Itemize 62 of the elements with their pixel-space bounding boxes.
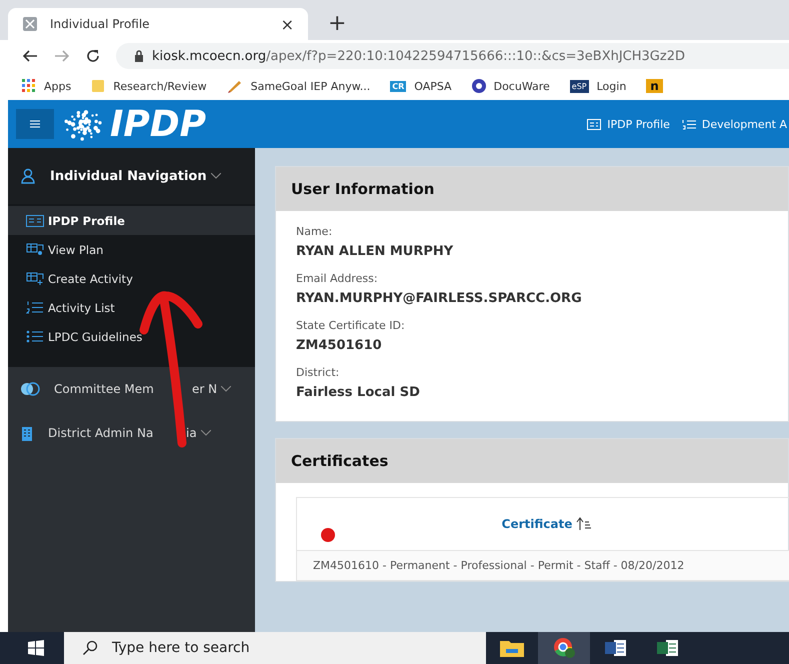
site-logo[interactable]: n — [646, 79, 663, 93]
building-icon — [20, 425, 34, 441]
dot-icon — [321, 528, 335, 542]
nav-link[interactable]: Development A — [702, 118, 787, 130]
bullet-list-icon — [26, 330, 44, 343]
app-logo: IPDP — [110, 104, 206, 144]
id-card-icon[interactable] — [587, 118, 602, 130]
field-value: ZM4501610 — [296, 338, 383, 353]
page-icon — [22, 16, 38, 32]
chevron-down-icon[interactable] — [221, 386, 232, 392]
field-label: State Certificate ID: — [296, 319, 406, 332]
field-label: Email Address: — [296, 272, 379, 285]
close-icon[interactable]: × — [280, 14, 294, 34]
card-title: User Information — [291, 180, 434, 198]
table-plus-icon — [26, 272, 44, 285]
search-field[interactable]: Type here to search — [64, 632, 486, 664]
card-title: Certificates — [291, 452, 388, 470]
back-arrow-icon[interactable] — [22, 49, 38, 63]
bookmark[interactable]: Apps — [44, 80, 72, 92]
id-card-icon — [26, 214, 44, 226]
menu-icon[interactable] — [16, 109, 54, 139]
field-value: RYAN.MURPHY@FAIRLESS.SPARCC.ORG — [296, 291, 583, 306]
sidebar-item[interactable]: Create Activity — [8, 264, 255, 293]
table-cell: ZM4501610 - Permanent - Professional - Permit - Staff - 08/20/2012 — [297, 551, 789, 580]
person-icon — [20, 168, 36, 184]
new-tab-button[interactable]: + — [328, 11, 346, 36]
bookmark[interactable]: OAPSA — [414, 80, 452, 92]
search-icon — [82, 640, 98, 656]
table-person-icon — [26, 243, 44, 256]
browser-icon[interactable] — [538, 632, 590, 664]
bookmark[interactable]: SameGoal IEP Anyw... — [250, 80, 370, 92]
sidebar-item[interactable]: Activity List — [8, 293, 255, 322]
field-value: RYAN ALLEN MURPHY — [296, 244, 454, 259]
grid-icon[interactable] — [22, 79, 36, 93]
sidebar-item[interactable]: LPDC Guidelines — [8, 322, 255, 351]
chevron-down-icon[interactable] — [210, 173, 221, 179]
chevron-down-icon[interactable] — [200, 430, 211, 436]
site-logo[interactable]: eSP — [570, 80, 589, 92]
column-header[interactable]: Certificate — [502, 517, 572, 531]
sidebar-group[interactable]: Individual Navigation — [8, 148, 255, 204]
nav-link[interactable]: IPDP Profile — [607, 118, 670, 130]
pencil-icon[interactable] — [226, 79, 243, 93]
sidebar-item[interactable]: IPDP Profile — [8, 206, 255, 235]
bookmark[interactable]: Research/Review — [113, 80, 207, 92]
field-label: District: — [296, 366, 340, 379]
bookmark[interactable]: Login — [596, 80, 626, 92]
numbered-list-icon[interactable] — [682, 118, 696, 130]
field-label: Name: — [296, 225, 334, 238]
bookmark[interactable]: DocuWare — [494, 80, 550, 92]
site-logo[interactable]: CR — [390, 80, 406, 92]
numbered-list-icon — [26, 301, 44, 314]
address-bar[interactable]: kiosk.mcoecn.org/apex/f?p=220:10:10422594715666:::10::&cs=3eBXhJCH3Gz2D — [116, 43, 789, 69]
windows-icon[interactable] — [28, 640, 44, 656]
overlapping-circles-icon — [20, 381, 40, 397]
sort-icon[interactable] — [576, 517, 592, 531]
circle-logo-icon[interactable] — [472, 79, 486, 93]
lock-icon — [134, 50, 144, 62]
tab-title: Individual Profile — [50, 17, 151, 31]
browser-tab[interactable]: Individual Profile × — [8, 8, 308, 40]
field-value: Fairless Local SD — [296, 385, 421, 400]
sidebar-item[interactable]: View Plan — [8, 235, 255, 264]
reload-icon[interactable] — [86, 49, 100, 63]
